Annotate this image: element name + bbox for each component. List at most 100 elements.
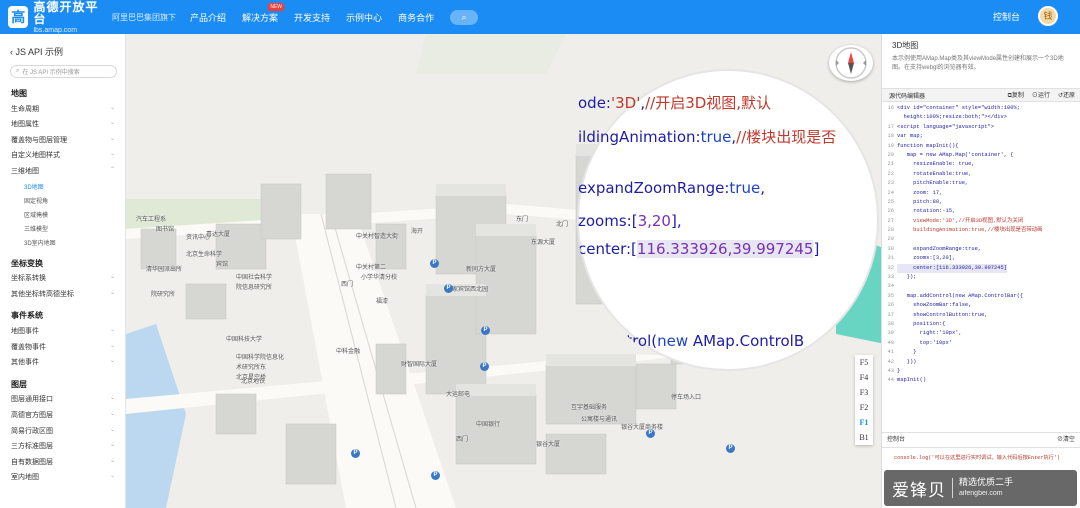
sidebar-item[interactable]: 坐标系转换 ⌄	[0, 269, 125, 285]
map-place-label[interactable]: 银谷大厦	[536, 439, 560, 448]
code-text: }	[897, 367, 901, 374]
parking-icon[interactable]: P	[480, 362, 489, 371]
nav-examples[interactable]: 示例中心	[346, 11, 382, 24]
map-place-label[interactable]: 福漆	[376, 296, 388, 305]
map-place-label[interactable]: 北京生命科学	[186, 249, 222, 258]
nav-products[interactable]: 产品介绍	[190, 11, 226, 24]
console-link[interactable]: 控制台	[993, 10, 1020, 23]
sidebar-item[interactable]: 其他事件 ⌄	[0, 353, 125, 369]
sidebar-item[interactable]: 地图事件 ⌄	[0, 322, 125, 338]
sidebar-item-label: 其他事件	[11, 359, 39, 367]
parking-icon[interactable]: P	[430, 259, 439, 268]
map-place-label[interactable]: 术研究所东	[236, 362, 266, 371]
code-line: 26 rotation:-15,	[882, 207, 1080, 216]
floor-button[interactable]: F3	[855, 385, 873, 400]
parking-icon[interactable]: P	[726, 444, 735, 453]
map-place-label[interactable]: 西门	[341, 279, 353, 288]
map-place-label[interactable]: 中国社会科学	[236, 272, 272, 281]
sidebar-section: 图层	[0, 375, 125, 391]
floor-selector[interactable]: F5 F4 F3 F2 F1 B1	[855, 355, 873, 445]
sidebar-item[interactable]: 其他坐标转高德坐标 ⌄	[0, 285, 125, 301]
sidebar-item[interactable]: 自定义地图样式 ⌄	[0, 146, 125, 162]
floor-button[interactable]: F2	[855, 400, 873, 415]
map-place-label[interactable]: 喜达大厦	[206, 229, 230, 238]
map-place-label[interactable]: 图书馆	[156, 224, 174, 233]
sidebar-item[interactable]: 图层通用接口 ⌄	[0, 390, 125, 406]
sidebar-item[interactable]: 地图属性 ⌄	[0, 115, 125, 131]
magnifier-line: center:[116.333926,39.997245]	[578, 240, 819, 258]
floor-button[interactable]: F4	[855, 370, 873, 385]
sidebar-item[interactable]: 固定视角	[0, 192, 125, 206]
floor-button[interactable]: B1	[855, 430, 873, 445]
map-place-label[interactable]: 宾馆	[216, 259, 228, 268]
map-canvas[interactable]: 汽车工程系 图书馆 资讯中心 喜达大厦 北京生命科学 清华园派出所 中国社会科学 院信息研究所…	[126, 34, 881, 508]
map-place-label[interactable]: 中科金融	[336, 346, 360, 355]
run-button[interactable]: ⊙运行	[1032, 90, 1050, 100]
line-number: 41	[887, 349, 894, 356]
parking-icon[interactable]: P	[444, 284, 453, 293]
nav-business[interactable]: 商务合作	[398, 11, 434, 24]
map-place-label[interactable]: 北京地铁	[241, 376, 265, 385]
avatar[interactable]: 钱	[1038, 6, 1058, 26]
map-place-label[interactable]: 院研究所	[151, 289, 175, 298]
brand-logo[interactable]: 高 高德开放平台 lbs.amap.com	[8, 1, 106, 34]
sidebar-item[interactable]: 3D地图	[0, 178, 125, 192]
search-button[interactable]: ⌕	[450, 9, 479, 25]
parking-icon[interactable]: P	[431, 471, 440, 480]
sidebar-item[interactable]: 三方标准图层 ⌄	[0, 437, 125, 453]
clear-button[interactable]: ⊘清空	[1057, 434, 1080, 443]
parking-icon[interactable]: P	[646, 429, 655, 438]
sidebar-item[interactable]: 室内地图 ⌄	[0, 468, 125, 484]
reset-button[interactable]: ↺还原	[1058, 90, 1075, 100]
floor-button[interactable]: F1	[855, 415, 873, 430]
sidebar-item[interactable]: 高德官方图层 ⌄	[0, 406, 125, 422]
map-place-label[interactable]: 清华园派出所	[146, 264, 182, 273]
map-place-label[interactable]: 东门	[516, 214, 528, 223]
sidebar-item[interactable]: 自有数据图层 ⌄	[0, 453, 125, 469]
map-place-label[interactable]: 财智国际大厦	[401, 359, 437, 368]
map-place-label[interactable]: 海开	[411, 226, 423, 235]
parking-icon[interactable]: P	[351, 449, 360, 458]
magnifier-token: true	[700, 128, 732, 146]
parking-icon[interactable]: P	[481, 326, 490, 335]
back-link[interactable]: ‹ JS API 示例	[0, 34, 125, 58]
map-place-label[interactable]: 中国科学院信息化	[236, 352, 284, 361]
code-text: right:'10px',	[897, 330, 962, 337]
code-line: 21 resizeEnable: true,	[882, 160, 1080, 169]
map-place-label[interactable]: 互宇基础服务	[571, 402, 607, 411]
map-place-label[interactable]: 院信息研究所	[236, 282, 272, 291]
code-line: 28 buildingAnimation:true,//楼块出现是否带动画	[882, 226, 1080, 235]
copy-button[interactable]: ⧉复制	[1008, 90, 1024, 100]
map-place-label[interactable]: 小学华清分校	[361, 272, 397, 281]
nav-solutions[interactable]: 解决方案 NEW	[242, 2, 285, 24]
map-place-label[interactable]: 汽车工程系	[136, 214, 166, 223]
sidebar-item[interactable]: 简易行政区图 ⌄	[0, 422, 125, 438]
map-place-label[interactable]: 东源大厦	[531, 237, 555, 246]
map-place-label[interactable]: 新同方大厦	[466, 264, 496, 273]
map-place-label[interactable]: 中国银行	[476, 419, 500, 428]
map-place-label[interactable]: 中关村第二	[356, 262, 386, 271]
map-place-label[interactable]: 公寓楼与通讯	[581, 414, 617, 423]
code-editor[interactable]: 16 <div id="container" style="width:100%;…	[882, 104, 1080, 429]
sidebar-item[interactable]: 三维地图 ⌃	[0, 162, 125, 178]
nav-dev-support[interactable]: 开发支持	[294, 11, 330, 24]
map-place-label[interactable]: 西门	[456, 434, 468, 443]
compass-control[interactable]	[829, 45, 873, 81]
sidebar: ‹ JS API 示例 ⌕ 在 JS API 示例中搜索 地图 生命周期 ⌄ 地图属性 ⌄…	[0, 34, 126, 508]
sidebar-item[interactable]: 3D室内地图	[0, 234, 125, 248]
sidebar-item[interactable]: 区域掩模	[0, 206, 125, 220]
map-place-label[interactable]: 停车场入口	[671, 392, 701, 401]
sidebar-item[interactable]: 三维模型	[0, 220, 125, 234]
map-place-label[interactable]: 中国科技大学	[226, 334, 262, 343]
sidebar-item[interactable]: 生命周期 ⌄	[0, 100, 125, 116]
map-place-label[interactable]: 银谷大厦商务楼	[621, 422, 663, 431]
sidebar-item[interactable]: 覆盖物与图层管理 ⌄	[0, 131, 125, 147]
line-number: 20	[887, 151, 894, 158]
sidebar-item[interactable]: 覆盖物事件 ⌄	[0, 338, 125, 354]
sidebar-search-input[interactable]: ⌕ 在 JS API 示例中搜索	[10, 65, 117, 78]
map-place-label[interactable]: 中关村智造大街	[356, 231, 398, 240]
sidebar-item-label: 覆盖物与图层管理	[11, 136, 67, 144]
map-place-label[interactable]: 北门	[556, 219, 568, 228]
floor-button[interactable]: F5	[855, 355, 873, 370]
map-place-label[interactable]: 大运邮电	[446, 389, 470, 398]
